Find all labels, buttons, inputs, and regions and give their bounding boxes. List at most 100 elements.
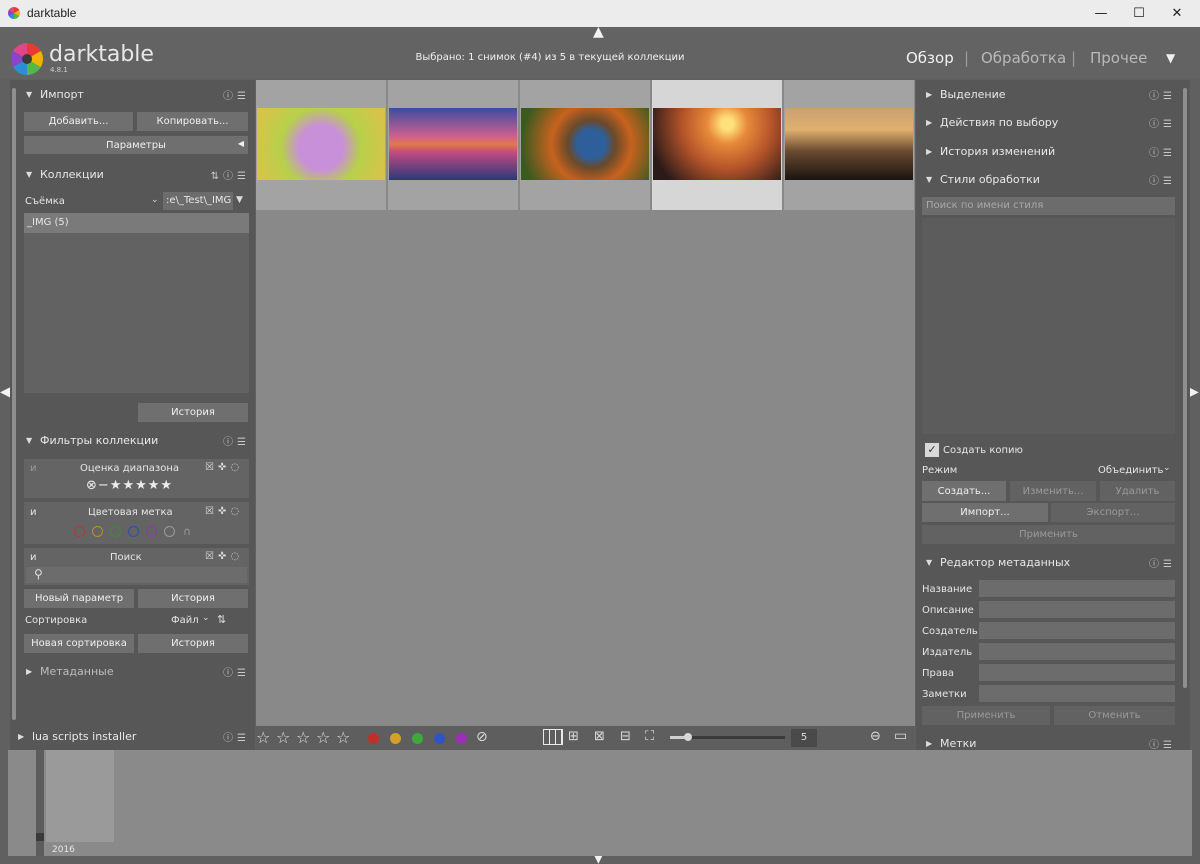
right-panel-scrollbar[interactable]: [1183, 88, 1187, 688]
yellow-color-label-icon[interactable]: [390, 733, 401, 744]
filemanager-layout-icon[interactable]: [543, 729, 563, 745]
import-add-button[interactable]: Добавить...: [24, 112, 133, 131]
new-filter-button[interactable]: Новый параметр: [24, 589, 134, 608]
red-label-icon[interactable]: [74, 526, 85, 537]
dropdown-arrow-icon[interactable]: ▼: [236, 195, 243, 205]
display-profile-icon[interactable]: ▭: [894, 728, 907, 744]
star-icon[interactable]: ☆: [256, 728, 270, 747]
rating-range-stars-icon[interactable]: ⊗−★★★★★: [86, 478, 173, 493]
metadata-creator-field[interactable]: [979, 622, 1175, 639]
metadata-notes-field[interactable]: [979, 685, 1175, 702]
blue-label-icon[interactable]: [128, 526, 139, 537]
mode-value[interactable]: Объединить: [1098, 465, 1163, 476]
color-filter-title: Цветовая метка: [88, 507, 173, 518]
import-params-label: Параметры: [106, 139, 166, 151]
purple-label-icon[interactable]: [146, 526, 157, 537]
culling-dynamic-layout-icon[interactable]: ⊟: [620, 729, 631, 744]
expand-arrow-icon: ▶: [18, 731, 25, 741]
style-import-button[interactable]: Импорт...: [922, 503, 1048, 522]
metadata-apply-button[interactable]: Применить: [922, 706, 1050, 725]
star-icon[interactable]: ☆: [336, 728, 350, 747]
module-lua-header[interactable]: ▶ lua scripts installer ⓘ☰: [18, 722, 250, 750]
zoom-slider-handle[interactable]: [684, 733, 692, 741]
green-label-icon[interactable]: [110, 526, 121, 537]
search-icon: ⚲: [34, 567, 43, 581]
zoomable-layout-icon[interactable]: ⊞: [568, 729, 579, 744]
close-button[interactable]: ✕: [1154, 0, 1200, 27]
module-collections-header[interactable]: ▼ Коллекции ⇅ⓘ☰: [26, 160, 250, 188]
metadata-rights-field[interactable]: [979, 664, 1175, 681]
style-export-button[interactable]: Экспорт...: [1051, 503, 1175, 522]
filter-controls-icons[interactable]: ☒✜◌: [205, 506, 243, 517]
left-panel-scrollbar[interactable]: [12, 88, 16, 720]
star-icon[interactable]: ☆: [316, 728, 330, 747]
checkbox-checked-icon[interactable]: ✓: [925, 443, 939, 457]
module-title: Метаданные: [40, 664, 114, 678]
module-title: Выделение: [940, 87, 1006, 101]
thumbnail-image-sea: [785, 108, 913, 180]
zoom-count-field[interactable]: 5: [791, 729, 817, 747]
new-sort-button[interactable]: Новая сортировка: [24, 634, 134, 653]
view-tab-darkroom[interactable]: Обработка: [981, 49, 1066, 67]
collection-query-field[interactable]: :e\_Test\_IMG: [163, 192, 233, 210]
focus-peaking-icon[interactable]: ⊖: [870, 729, 881, 744]
expand-arrow-icon: ▼: [26, 169, 33, 179]
metadata-description-field[interactable]: [979, 601, 1175, 618]
culling-layout-icon[interactable]: ⊠: [594, 729, 605, 744]
chevron-down-icon[interactable]: ⌄: [1163, 463, 1171, 473]
star-icon[interactable]: ☆: [276, 728, 290, 747]
gray-label-icon[interactable]: [164, 526, 175, 537]
module-filters-header[interactable]: ▼ Фильтры коллекции ⓘ☰: [26, 426, 250, 454]
import-params-button[interactable]: Параметры ◀: [24, 136, 248, 154]
sort-label: Сортировка: [25, 615, 88, 626]
timeline[interactable]: [8, 750, 1192, 856]
module-history-header[interactable]: ▶ История изменений ⓘ☰: [926, 137, 1176, 165]
yellow-label-icon[interactable]: [92, 526, 103, 537]
view-tab-other[interactable]: Прочее: [1090, 49, 1147, 67]
module-metadata-editor-header[interactable]: ▼ Редактор метаданных ⓘ☰: [926, 548, 1176, 576]
module-styles-header[interactable]: ▼ Стили обработки ⓘ☰: [926, 165, 1176, 193]
import-copy-button[interactable]: Копировать...: [137, 112, 248, 131]
sort-history-button[interactable]: История: [138, 634, 248, 653]
metadata-publisher-field[interactable]: [979, 643, 1175, 660]
module-import-header[interactable]: ▼ Импорт ⓘ☰: [26, 80, 250, 108]
blue-color-label-icon[interactable]: [434, 733, 445, 744]
chevron-down-icon[interactable]: ⌄: [202, 613, 210, 623]
metadata-field-label: Создатель: [922, 626, 978, 637]
view-tab-lighttable[interactable]: Обзор: [906, 49, 954, 67]
style-search-input[interactable]: Поиск по имени стиля: [922, 197, 1175, 215]
collection-property[interactable]: Съёмка: [25, 196, 65, 207]
search-input[interactable]: ⚲: [26, 567, 247, 583]
star-icon[interactable]: ☆: [296, 728, 310, 747]
filters-history-button[interactable]: История: [138, 589, 248, 608]
sort-value[interactable]: Файл: [171, 615, 199, 626]
metadata-cancel-button[interactable]: Отменить: [1054, 706, 1175, 725]
metadata-title-field[interactable]: [979, 580, 1175, 597]
clear-color-labels-icon[interactable]: ⊘: [476, 729, 488, 745]
module-select-header[interactable]: ▶ Выделение ⓘ☰: [926, 80, 1176, 108]
module-title: Действия по выбору: [940, 115, 1059, 129]
thumbnail-image-city-sunset: [653, 108, 781, 180]
sort-order-icon[interactable]: ⇅: [217, 613, 226, 626]
chevron-down-icon[interactable]: ⌄: [151, 195, 159, 205]
collections-history-button[interactable]: История: [138, 403, 248, 422]
views-dropdown-icon[interactable]: ▼: [1166, 51, 1175, 65]
style-apply-button[interactable]: Применить: [922, 525, 1175, 544]
module-actions-header[interactable]: ▶ Действия по выбору ⓘ☰: [926, 108, 1176, 136]
list-item[interactable]: _IMG (5): [24, 213, 249, 233]
style-edit-button[interactable]: Изменить...: [1010, 481, 1096, 501]
module-icons: ⓘ☰: [223, 90, 250, 102]
filter-controls-icons[interactable]: ☒✜◌: [205, 551, 243, 562]
style-create-button[interactable]: Создать...: [922, 481, 1006, 501]
module-metadata-header[interactable]: ▶ Метаданные ⓘ☰: [26, 657, 250, 685]
preview-layout-icon[interactable]: ⛶: [645, 729, 654, 744]
filter-controls-icons[interactable]: ☒✜◌: [205, 462, 243, 473]
style-delete-button[interactable]: Удалить: [1100, 481, 1175, 501]
green-color-label-icon[interactable]: [412, 733, 423, 744]
red-color-label-icon[interactable]: [368, 733, 379, 744]
collapse-top-arrow-icon[interactable]: ▲: [593, 24, 604, 40]
timeline-bar[interactable]: [46, 750, 114, 842]
module-icons: ⓘ☰: [223, 436, 250, 448]
purple-color-label-icon[interactable]: [456, 733, 467, 744]
and-or-toggle-icon[interactable]: ∩: [183, 525, 191, 538]
